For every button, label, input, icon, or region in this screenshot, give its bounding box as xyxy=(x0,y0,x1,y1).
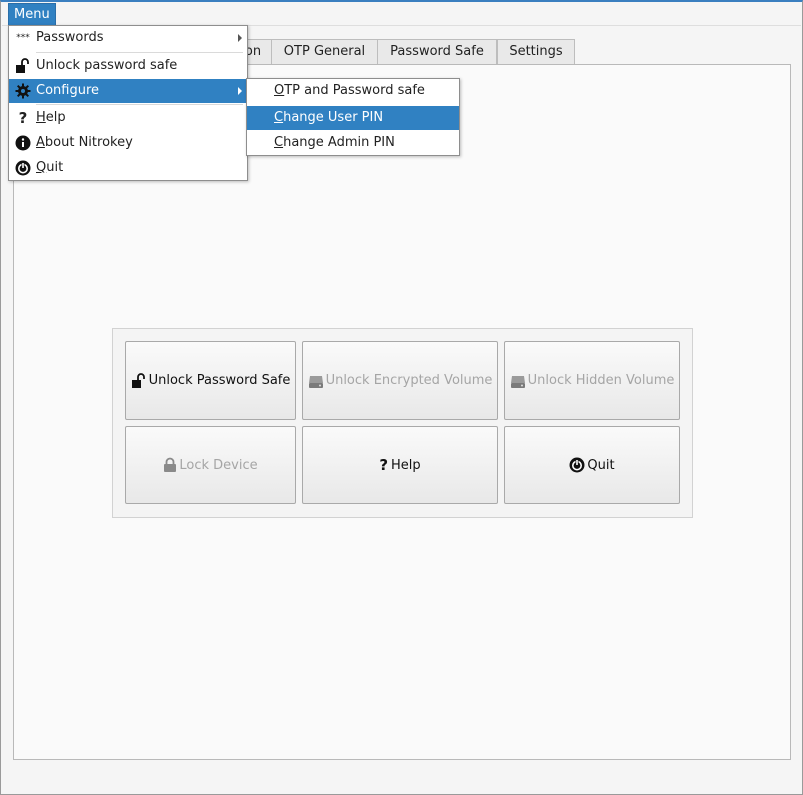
help-label: Help xyxy=(391,457,421,473)
question-icon: ? xyxy=(379,456,389,474)
menu-separator xyxy=(36,52,243,53)
configure-submenu: OTP and Password safe Change User PIN Ch… xyxy=(246,78,460,156)
main-menu: *** Passwords Unlock password safe Confi… xyxy=(8,25,248,181)
submenu-item-change-user-pin[interactable]: Change User PIN xyxy=(247,106,459,130)
submenu-item-change-admin-pin-label: Change Admin PIN xyxy=(274,131,395,155)
menu-bar: Menu xyxy=(2,3,801,26)
unlock-password-safe-button[interactable]: Unlock Password Safe xyxy=(125,341,296,420)
mnemonic: O xyxy=(274,83,285,98)
mnemonic: Q xyxy=(36,160,47,175)
tab-otp-general[interactable]: OTP General xyxy=(271,39,378,64)
submenu-item-change-user-pin-label: Change User PIN xyxy=(274,106,383,130)
question-icon: ? xyxy=(18,109,28,127)
app-window: Menu on OTP General Password Safe Settin… xyxy=(0,0,803,795)
menu-item-help-label: Help xyxy=(36,106,66,130)
unlock-hidden-volume-label: Unlock Hidden Volume xyxy=(527,373,675,388)
menu-item-about-label-rest: bout Nitrokey xyxy=(44,135,133,150)
menu-item-passwords[interactable]: *** Passwords xyxy=(9,26,247,50)
mnemonic: C xyxy=(274,110,284,125)
menu-item-help-label-rest: elp xyxy=(45,110,66,125)
padlock-open-icon xyxy=(131,372,147,389)
menu-button[interactable]: Menu xyxy=(8,3,56,26)
menu-item-unlock-password-safe[interactable]: Unlock password safe xyxy=(9,54,247,78)
menu-item-passwords-label: Passwords xyxy=(36,30,104,45)
submenu-item-change-admin-pin[interactable]: Change Admin PIN xyxy=(247,131,459,155)
padlock-closed-icon xyxy=(163,457,177,473)
submenu-item-otp-password-safe-label-rest: TP and Password safe xyxy=(284,83,425,98)
submenu-arrow-icon xyxy=(238,87,242,95)
submenu-item-change-admin-pin-label-rest: hange Admin PIN xyxy=(283,135,395,150)
menu-item-configure-label: Configure xyxy=(36,83,100,98)
menu-item-unlock-password-safe-label: Unlock password safe xyxy=(36,58,178,73)
menu-item-help[interactable]: ? Help xyxy=(9,106,247,130)
menu-item-quit-label: Quit xyxy=(36,156,63,180)
menu-item-quit-label-rest: uit xyxy=(46,160,64,175)
menu-item-quit[interactable]: Quit xyxy=(9,156,247,180)
menu-item-about[interactable]: About Nitrokey xyxy=(9,131,247,155)
drive-icon xyxy=(308,373,324,389)
lock-device-button[interactable]: Lock Device xyxy=(125,426,296,504)
submenu-arrow-icon xyxy=(238,34,242,42)
menu-item-about-label: About Nitrokey xyxy=(36,131,133,155)
quit-label: Quit xyxy=(587,457,615,473)
tab-settings[interactable]: Settings xyxy=(497,39,575,64)
help-button[interactable]: ? Help xyxy=(302,426,498,504)
dots-icon: *** xyxy=(16,33,30,43)
info-icon xyxy=(15,135,31,151)
submenu-item-change-user-pin-label-rest: hange User PIN xyxy=(283,110,384,125)
mnemonic: H xyxy=(36,110,46,125)
submenu-item-otp-password-safe-label: OTP and Password safe xyxy=(274,79,425,103)
power-icon xyxy=(15,160,31,176)
menu-separator xyxy=(36,104,243,105)
menu-item-configure[interactable]: Configure xyxy=(9,79,247,103)
drive-icon xyxy=(510,373,526,389)
lock-device-label: Lock Device xyxy=(179,457,258,473)
quit-button[interactable]: Quit xyxy=(504,426,680,504)
power-icon xyxy=(569,457,585,473)
gear-icon xyxy=(15,83,31,99)
tab-password-safe[interactable]: Password Safe xyxy=(377,39,497,64)
submenu-item-otp-password-safe[interactable]: OTP and Password safe xyxy=(247,79,459,103)
unlock-encrypted-volume-label: Unlock Encrypted Volume xyxy=(325,373,493,388)
padlock-open-icon xyxy=(15,58,31,74)
unlock-password-safe-label: Unlock Password Safe xyxy=(148,373,291,388)
mnemonic: A xyxy=(36,135,45,150)
mnemonic: C xyxy=(274,135,284,150)
unlock-hidden-volume-button[interactable]: Unlock Hidden Volume xyxy=(504,341,680,420)
unlock-encrypted-volume-button[interactable]: Unlock Encrypted Volume xyxy=(302,341,498,420)
